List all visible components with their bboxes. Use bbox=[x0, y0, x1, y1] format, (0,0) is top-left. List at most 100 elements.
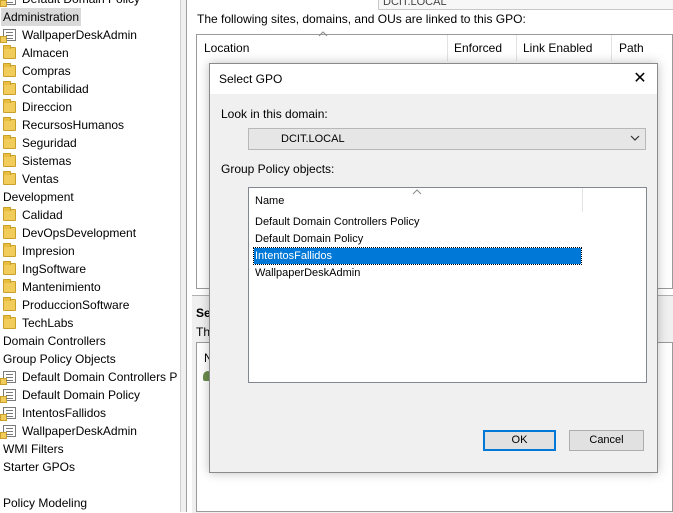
gpo-list-item[interactable]: WallpaperDeskAdmin bbox=[254, 265, 581, 281]
gpo-list-label: Group Policy objects: bbox=[221, 162, 335, 176]
tree-node[interactable]: DevOpsDevelopment bbox=[3, 224, 136, 242]
domain-dropdown-value: DCIT.LOCAL bbox=[281, 133, 345, 145]
tree-node[interactable]: Compras bbox=[3, 62, 71, 80]
tree-node[interactable]: Calidad bbox=[3, 206, 63, 224]
gpo-list-item[interactable]: IntentosFallidos bbox=[253, 247, 582, 265]
folder-icon bbox=[3, 315, 16, 329]
folder-icon bbox=[3, 171, 16, 185]
dialog-title: Select GPO bbox=[219, 72, 283, 86]
close-icon[interactable]: ✕ bbox=[627, 67, 653, 91]
links-description: The following sites, domains, and OUs ar… bbox=[197, 12, 526, 26]
column-separator[interactable] bbox=[516, 35, 517, 61]
tree-node[interactable]: Default Domain Policy bbox=[0, 0, 140, 8]
select-gpo-dialog: Select GPO ✕ Look in this domain: DCIT.L… bbox=[209, 63, 658, 473]
tree-node[interactable]: WallpaperDeskAdmin bbox=[0, 422, 137, 440]
gpo-list[interactable]: Name Default Domain Controllers Policy De… bbox=[248, 187, 647, 383]
tree-node-label: WallpaperDeskAdmin bbox=[22, 28, 137, 42]
tree-node[interactable]: Seguridad bbox=[3, 134, 77, 152]
column-separator[interactable] bbox=[447, 35, 448, 61]
tree-node[interactable]: Starter GPOs bbox=[3, 458, 75, 476]
tree-node[interactable]: Direccion bbox=[3, 98, 72, 116]
column-location[interactable]: Location bbox=[204, 41, 249, 55]
tree-node-label: Direccion bbox=[22, 100, 73, 114]
tree-node-label: WMI Filters bbox=[3, 442, 64, 456]
tree-node-label: Almacen bbox=[22, 46, 69, 60]
folder-icon bbox=[3, 81, 16, 95]
tree-node-label: Default Domain Policy bbox=[22, 0, 140, 8]
gpo-icon bbox=[0, 371, 16, 385]
column-name-header[interactable]: Name bbox=[255, 195, 284, 207]
tree-node[interactable]: Domain Controllers bbox=[3, 332, 106, 350]
tree-node-label: Compras bbox=[22, 64, 71, 78]
folder-icon bbox=[3, 117, 16, 131]
gpo-link-icon bbox=[0, 29, 16, 43]
cancel-button[interactable]: Cancel bbox=[569, 430, 644, 451]
folder-icon bbox=[3, 297, 16, 311]
tree-node[interactable]: Default Domain Controllers P bbox=[0, 368, 178, 386]
tree-node-label: Impresion bbox=[22, 244, 75, 258]
console-tree: Default Domain PolicyAdministrationWallp… bbox=[0, 0, 180, 512]
tree-node[interactable]: Ventas bbox=[3, 170, 59, 188]
folder-icon bbox=[3, 99, 16, 113]
tree-node-label: IngSoftware bbox=[22, 262, 87, 276]
column-path[interactable]: Path bbox=[619, 41, 644, 55]
tree-node[interactable]: Administration bbox=[1, 8, 82, 26]
gpo-list-item[interactable]: Default Domain Policy bbox=[254, 231, 581, 247]
tree-node[interactable]: Default Domain Policy bbox=[0, 386, 140, 404]
ok-button[interactable]: OK bbox=[483, 430, 556, 451]
tree-node[interactable]: IngSoftware bbox=[3, 260, 86, 278]
tree-node-label: RecursosHumanos bbox=[22, 118, 125, 132]
tree-node-label: Development bbox=[3, 190, 74, 204]
gpo-icon bbox=[0, 425, 16, 439]
tree-node[interactable]: Group Policy Objects bbox=[3, 350, 116, 368]
gpo-icon bbox=[0, 407, 16, 421]
tree-node[interactable]: Almacen bbox=[3, 44, 69, 62]
tree-node[interactable]: RecursosHumanos bbox=[3, 116, 124, 134]
tree-node[interactable]: IntentosFallidos bbox=[0, 404, 107, 422]
column-separator[interactable] bbox=[582, 188, 583, 212]
tree-node-label: Seguridad bbox=[22, 136, 77, 150]
folder-icon bbox=[3, 225, 16, 239]
look-in-domain-label: Look in this domain: bbox=[221, 107, 328, 121]
tree-node[interactable]: Policy Modeling bbox=[3, 494, 87, 512]
tree-node-label: DevOpsDevelopment bbox=[22, 226, 137, 240]
tree-node-label: IntentosFallidos bbox=[22, 406, 107, 420]
tree-node-label: Default Domain Controllers P bbox=[22, 370, 178, 384]
column-separator[interactable] bbox=[611, 35, 612, 61]
tree-node[interactable]: Contabilidad bbox=[3, 80, 89, 98]
tree-node-label: Starter GPOs bbox=[3, 460, 76, 474]
tree-node-label: Administration bbox=[1, 8, 82, 26]
pane-splitter[interactable] bbox=[180, 0, 187, 512]
tree-node-label: ProduccionSoftware bbox=[22, 298, 130, 312]
gpo-list-item[interactable]: Default Domain Controllers Policy bbox=[254, 214, 581, 230]
tree-node-label: Group Policy Objects bbox=[3, 352, 116, 366]
tree-node-label: Sistemas bbox=[22, 154, 72, 168]
folder-icon bbox=[3, 153, 16, 167]
tree-node-label: WallpaperDeskAdmin bbox=[22, 424, 137, 438]
chevron-down-icon bbox=[630, 135, 640, 141]
tree-node[interactable]: Sistemas bbox=[3, 152, 71, 170]
sort-ascending-icon bbox=[412, 189, 422, 195]
tree-node[interactable]: WMI Filters bbox=[3, 440, 64, 458]
tree-node[interactable]: WallpaperDeskAdmin bbox=[0, 26, 137, 44]
tree-node-label: Ventas bbox=[22, 172, 59, 186]
gpo-icon bbox=[0, 389, 16, 403]
tree-node-label: Domain Controllers bbox=[3, 334, 106, 348]
tree-node[interactable]: TechLabs bbox=[3, 314, 73, 332]
tree-node[interactable]: Mantenimiento bbox=[3, 278, 101, 296]
tree-node[interactable]: ProduccionSoftware bbox=[3, 296, 129, 314]
gpo-link-icon bbox=[0, 0, 16, 7]
folder-icon bbox=[3, 63, 16, 77]
folder-icon bbox=[3, 207, 16, 221]
folder-icon bbox=[3, 45, 16, 59]
domain-dropdown[interactable]: DCIT.LOCAL bbox=[248, 128, 646, 150]
tree-node[interactable]: Impresion bbox=[3, 242, 75, 260]
folder-icon bbox=[3, 135, 16, 149]
column-enforced[interactable]: Enforced bbox=[454, 41, 502, 55]
tree-node-label: Policy Modeling bbox=[3, 496, 88, 510]
folder-icon bbox=[3, 261, 16, 275]
tree-node[interactable]: Development bbox=[3, 188, 74, 206]
folder-icon bbox=[3, 279, 16, 293]
dialog-title-bar[interactable]: Select GPO ✕ bbox=[210, 64, 657, 94]
column-link-enabled[interactable]: Link Enabled bbox=[523, 41, 592, 55]
